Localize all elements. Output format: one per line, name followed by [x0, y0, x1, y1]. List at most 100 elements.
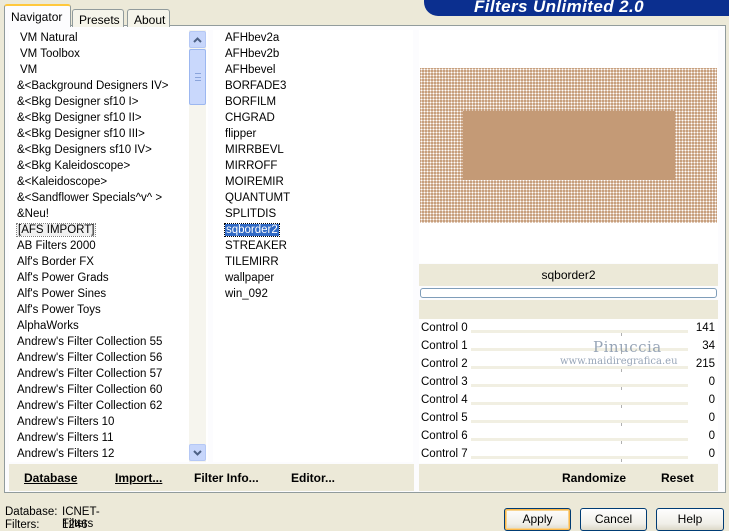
filter-item[interactable]: TILEMIRR — [213, 254, 413, 270]
slider-track[interactable] — [471, 402, 688, 408]
category-item[interactable]: Andrew's Filters 11 — [9, 430, 189, 446]
tab-navigator[interactable]: Navigator — [4, 4, 71, 27]
filter-item-label: AFHbev2b — [225, 48, 280, 60]
category-item[interactable]: &<Background Designers IV> — [9, 78, 189, 94]
import-button[interactable]: Import... — [115, 471, 162, 485]
control-slider[interactable]: Control 4 0 — [419, 391, 718, 409]
control-slider[interactable]: Control 2 215 — [419, 355, 718, 373]
filter-item[interactable]: win_092 — [213, 286, 413, 302]
database-button[interactable]: Database — [24, 471, 77, 485]
filter-item[interactable]: BORFILM — [213, 94, 413, 110]
slider-track[interactable] — [471, 420, 688, 426]
control-slider[interactable]: Control 0 141 — [419, 319, 718, 337]
slider-track[interactable] — [471, 330, 688, 336]
category-item[interactable]: Alf's Power Grads — [9, 270, 189, 286]
category-item[interactable]: Andrew's Filter Collection 62 — [9, 398, 189, 414]
filter-item[interactable]: AFHbevel — [213, 62, 413, 78]
filter-item-label: win_092 — [225, 288, 268, 300]
randomize-button[interactable]: Randomize — [562, 471, 626, 485]
filter-item[interactable]: QUANTUMT — [213, 190, 413, 206]
filter-item[interactable]: MOIREMIR — [213, 174, 413, 190]
control-slider[interactable]: Control 3 0 — [419, 373, 718, 391]
category-item-label: Andrew's Filter Collection 56 — [17, 352, 163, 364]
slider-track[interactable] — [471, 384, 688, 390]
category-item[interactable]: Andrew's Filter Collection 56 — [9, 350, 189, 366]
tab-presets[interactable]: Presets — [72, 9, 124, 27]
control-slider[interactable]: Control 7 0 — [419, 445, 718, 463]
category-item[interactable]: &<Bkg Designer sf10 III> — [9, 126, 189, 142]
category-item-label: Alf's Power Grads — [17, 272, 109, 284]
control-slider[interactable]: Control 5 0 — [419, 409, 718, 427]
category-item[interactable]: &<Bkg Kaleidoscope> — [9, 158, 189, 174]
category-item[interactable]: &<Bkg Designer sf10 I> — [9, 94, 189, 110]
apply-button[interactable]: Apply — [504, 508, 571, 531]
progress-bar — [420, 288, 717, 298]
control-value: 141 — [695, 322, 715, 334]
category-item-label: Alf's Power Toys — [17, 304, 101, 316]
category-item[interactable]: Alf's Power Toys — [9, 302, 189, 318]
category-scrollbar[interactable] — [189, 30, 206, 462]
preview-center — [463, 111, 675, 180]
filter-item[interactable]: STREAKER — [213, 238, 413, 254]
filter-item[interactable]: flipper — [213, 126, 413, 142]
filter-item[interactable]: sqborder2 — [213, 222, 413, 238]
control-value: 215 — [695, 358, 715, 370]
reset-button[interactable]: Reset — [661, 471, 694, 485]
editor-button[interactable]: Editor... — [291, 471, 335, 485]
control-slider[interactable]: Control 1 34 — [419, 337, 718, 355]
category-item[interactable]: &Neu! — [9, 206, 189, 222]
filter-item[interactable]: CHGRAD — [213, 110, 413, 126]
filter-item[interactable]: BORFADE3 — [213, 78, 413, 94]
category-item[interactable]: AB Filters 2000 — [9, 238, 189, 254]
category-item[interactable]: [AFS IMPORT] — [9, 222, 189, 238]
category-item[interactable]: VM Toolbox — [9, 46, 189, 62]
category-item[interactable]: AlphaWorks — [9, 318, 189, 334]
category-list[interactable]: VM Natural VM Toolbox VM &<Background Desig… — [9, 30, 208, 462]
category-item[interactable]: Alf's Power Sines — [9, 286, 189, 302]
filter-item[interactable]: SPLITDIS — [213, 206, 413, 222]
title-banner: Filters Unlimited 2.0 — [424, 0, 729, 16]
control-label: Control 7 — [421, 448, 468, 460]
category-item[interactable]: &<Bkg Designer sf10 II> — [9, 110, 189, 126]
tab-about[interactable]: About — [127, 9, 170, 27]
category-item[interactable]: &<Bkg Designers sf10 IV> — [9, 142, 189, 158]
category-item[interactable]: Andrew's Filter Collection 55 — [9, 334, 189, 350]
control-value: 0 — [708, 376, 715, 388]
filter-item[interactable]: wallpaper — [213, 270, 413, 286]
filter-item[interactable]: AFHbev2b — [213, 46, 413, 62]
category-item-label: Andrew's Filter Collection 62 — [17, 400, 163, 412]
slider-track[interactable] — [471, 438, 688, 444]
category-item[interactable]: &<Kaleidoscope> — [9, 174, 189, 190]
slider-track[interactable] — [471, 348, 688, 354]
category-item[interactable]: Andrew's Filters 12 — [9, 446, 189, 462]
cancel-button[interactable]: Cancel — [580, 508, 647, 531]
scroll-up-button[interactable] — [189, 31, 206, 48]
filter-item[interactable]: MIRROFF — [213, 158, 413, 174]
scroll-down-button[interactable] — [189, 444, 206, 461]
category-item[interactable]: VM — [9, 62, 189, 78]
filter-info-button[interactable]: Filter Info... — [194, 471, 259, 485]
category-item[interactable]: VM Natural — [9, 30, 189, 46]
slider-track[interactable] — [471, 366, 688, 372]
filter-item[interactable]: MIRRBEVL — [213, 142, 413, 158]
filter-item[interactable]: AFHbev2a — [213, 30, 413, 46]
category-item-label: Alf's Power Sines — [17, 288, 107, 300]
slider-track[interactable] — [471, 456, 688, 462]
filter-item-label: flipper — [225, 128, 257, 140]
category-item[interactable]: Andrew's Filter Collection 57 — [9, 366, 189, 382]
category-item[interactable]: Andrew's Filters 10 — [9, 414, 189, 430]
scroll-thumb[interactable] — [189, 49, 206, 105]
filter-list[interactable]: AFHbev2a AFHbev2b AFHbevel BORFADE3 BORFILM C… — [213, 30, 413, 462]
category-item[interactable]: Andrew's Filter Collection 60 — [9, 382, 189, 398]
help-button[interactable]: Help — [656, 508, 724, 531]
preview-pattern — [420, 68, 717, 223]
control-sliders: Control 0 141 Control 1 34 Control 2 215 Contr… — [419, 319, 718, 463]
category-item[interactable]: Alf's Border FX — [9, 254, 189, 270]
category-item[interactable]: &<Sandflower Specials^v^ > — [9, 190, 189, 206]
category-item-label: &<Bkg Designer sf10 III> — [17, 128, 145, 140]
filter-item-label: MIRROFF — [225, 160, 278, 172]
grip-icon — [195, 73, 201, 81]
category-item-label: &<Bkg Designer sf10 I> — [17, 96, 139, 108]
category-item-label: VM Natural — [20, 32, 78, 44]
control-slider[interactable]: Control 6 0 — [419, 427, 718, 445]
